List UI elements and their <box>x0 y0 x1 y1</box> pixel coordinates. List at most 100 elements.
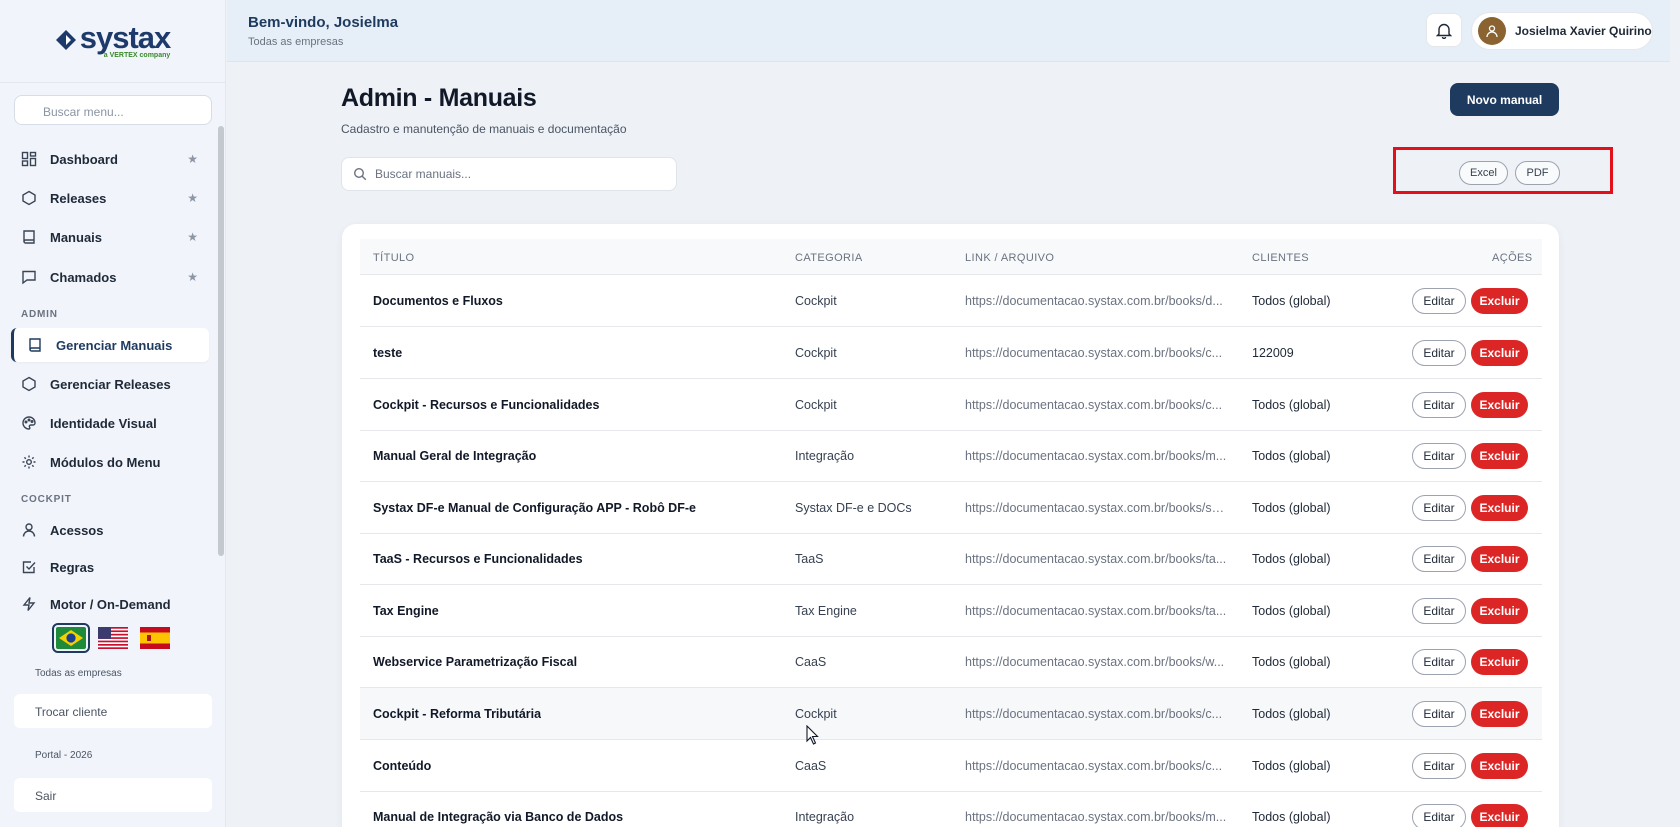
delete-button[interactable]: Excluir <box>1471 288 1528 314</box>
row-category: CaaS <box>795 655 827 669</box>
sidebar-item-chamados[interactable]: Chamados ★ <box>20 262 204 292</box>
table-row[interactable]: Cockpit - Reforma Tributária Cockpit htt… <box>360 688 1542 740</box>
page-scrollbar[interactable] <box>1670 0 1680 827</box>
row-link[interactable]: https://documentacao.systax.com.br/books… <box>965 398 1227 412</box>
row-title: Cockpit - Reforma Tributária <box>373 707 542 721</box>
spain-flag-icon[interactable] <box>140 627 170 649</box>
sidebar-item-dashboard[interactable]: Dashboard ★ <box>20 144 204 174</box>
column-header-category: CATEGORIA <box>795 252 863 264</box>
sidebar-item-label: Módulos do Menu <box>50 454 161 470</box>
row-link[interactable]: https://documentacao.systax.com.br/books… <box>965 449 1227 463</box>
logo-area: systax a VERTEX company <box>0 0 225 83</box>
star-icon[interactable]: ★ <box>187 230 198 244</box>
row-clients: Todos (global) <box>1252 501 1331 515</box>
table-header: TÍTULO CATEGORIA LINK / ARQUIVO CLIENTES… <box>360 239 1542 275</box>
sidebar-item-gerenciar-releases[interactable]: Gerenciar Releases <box>20 369 204 399</box>
edit-button[interactable]: Editar <box>1412 392 1466 418</box>
delete-button[interactable]: Excluir <box>1471 340 1528 366</box>
table-row[interactable]: Webservice Parametrização Fiscal CaaS ht… <box>360 636 1542 688</box>
row-clients: Todos (global) <box>1252 655 1331 669</box>
row-link[interactable]: https://documentacao.systax.com.br/books… <box>965 294 1227 308</box>
edit-button[interactable]: Editar <box>1412 288 1466 314</box>
row-title: Tax Engine <box>373 604 439 618</box>
delete-button[interactable]: Excluir <box>1471 649 1528 675</box>
edit-button[interactable]: Editar <box>1412 495 1466 521</box>
search-placeholder: Buscar manuais... <box>375 167 472 181</box>
table-row[interactable]: Conteúdo CaaS https://documentacao.systa… <box>360 740 1542 792</box>
avatar <box>1478 17 1506 45</box>
sidebar-item-identidade-visual[interactable]: Identidade Visual <box>20 408 204 438</box>
mouse-cursor-icon <box>806 725 819 745</box>
column-header-link: LINK / ARQUIVO <box>965 252 1055 264</box>
gear-icon <box>20 453 38 471</box>
systax-logo[interactable]: systax a VERTEX company <box>55 22 171 59</box>
sidebar-item-gerenciar-manuais[interactable]: Gerenciar Manuais <box>11 328 209 362</box>
sidebar-item-label: Manuais <box>50 229 103 245</box>
menu-search-input[interactable]: Buscar menu... <box>14 95 212 125</box>
new-manual-button[interactable]: Novo manual <box>1450 83 1559 116</box>
row-link[interactable]: https://documentacao.systax.com.br/books… <box>965 552 1227 566</box>
manual-search-input[interactable]: Buscar manuais... <box>341 157 677 191</box>
edit-button[interactable]: Editar <box>1412 598 1466 624</box>
table-row[interactable]: TaaS - Recursos e Funcionalidades TaaS h… <box>360 533 1542 585</box>
bell-icon <box>1436 23 1452 39</box>
delete-button[interactable]: Excluir <box>1471 443 1528 469</box>
sidebar-item-manuais[interactable]: Manuais ★ <box>20 222 204 252</box>
page-subtitle: Cadastro e manutenção de manuais e docum… <box>341 122 627 136</box>
table-row[interactable]: Manual Geral de Integração Integração ht… <box>360 430 1542 482</box>
column-header-title: TÍTULO <box>373 252 415 264</box>
switch-client-button[interactable]: Trocar cliente <box>14 694 212 728</box>
sidebar-item-regras[interactable]: Regras <box>20 552 204 582</box>
export-pdf-button[interactable]: PDF <box>1515 161 1560 185</box>
star-icon[interactable]: ★ <box>187 191 198 205</box>
star-icon[interactable]: ★ <box>187 152 198 166</box>
row-link[interactable]: https://documentacao.systax.com.br/books… <box>965 501 1227 515</box>
export-excel-button[interactable]: Excel <box>1459 161 1508 185</box>
sidebar-item-acessos[interactable]: Acessos <box>20 515 204 545</box>
delete-button[interactable]: Excluir <box>1471 598 1528 624</box>
brazil-flag-icon[interactable] <box>52 623 90 653</box>
logout-button[interactable]: Sair <box>14 778 212 812</box>
edit-button[interactable]: Editar <box>1412 649 1466 675</box>
usa-flag-icon[interactable] <box>98 627 128 649</box>
language-selector <box>52 623 170 653</box>
sidebar-item-modulos-menu[interactable]: Módulos do Menu <box>20 447 204 477</box>
sidebar-item-label: Gerenciar Manuais <box>56 337 173 353</box>
delete-button[interactable]: Excluir <box>1471 701 1528 727</box>
sidebar-item-releases[interactable]: Releases ★ <box>20 183 204 213</box>
section-label-admin: ADMIN <box>21 309 58 320</box>
delete-button[interactable]: Excluir <box>1471 495 1528 521</box>
row-link[interactable]: https://documentacao.systax.com.br/books… <box>965 707 1227 721</box>
row-link[interactable]: https://documentacao.systax.com.br/books… <box>965 346 1227 360</box>
dashboard-icon <box>20 150 38 168</box>
edit-button[interactable]: Editar <box>1412 340 1466 366</box>
user-menu[interactable]: Josielma Xavier Quirino <box>1471 12 1653 50</box>
delete-button[interactable]: Excluir <box>1471 392 1528 418</box>
delete-button[interactable]: Excluir <box>1471 753 1528 779</box>
edit-button[interactable]: Editar <box>1412 546 1466 572</box>
sidebar-item-motor-on-demand[interactable]: Motor / On-Demand <box>20 589 204 619</box>
row-link[interactable]: https://documentacao.systax.com.br/books… <box>965 759 1227 773</box>
table-row[interactable]: Cockpit - Recursos e Funcionalidades Coc… <box>360 379 1542 431</box>
sidebar-scrollbar[interactable] <box>218 126 224 556</box>
edit-button[interactable]: Editar <box>1412 753 1466 779</box>
row-clients: Todos (global) <box>1252 294 1331 308</box>
row-clients: Todos (global) <box>1252 759 1331 773</box>
notifications-button[interactable] <box>1426 13 1462 47</box>
company-scope-label: Todas as empresas <box>35 668 122 679</box>
row-link[interactable]: https://documentacao.systax.com.br/books… <box>965 810 1227 824</box>
user-avatar-icon <box>1486 25 1498 38</box>
table-row[interactable]: Manual de Integração via Banco de Dados … <box>360 791 1542 827</box>
table-row[interactable]: Documentos e Fluxos Cockpit https://docu… <box>360 275 1542 327</box>
delete-button[interactable]: Excluir <box>1471 804 1528 827</box>
delete-button[interactable]: Excluir <box>1471 546 1528 572</box>
table-row[interactable]: Systax DF-e Manual de Configuração APP -… <box>360 482 1542 534</box>
table-row[interactable]: teste Cockpit https://documentacao.systa… <box>360 327 1542 379</box>
table-row[interactable]: Tax Engine Tax Engine https://documentac… <box>360 585 1542 637</box>
row-link[interactable]: https://documentacao.systax.com.br/books… <box>965 604 1227 618</box>
edit-button[interactable]: Editar <box>1412 443 1466 469</box>
edit-button[interactable]: Editar <box>1412 701 1466 727</box>
star-icon[interactable]: ★ <box>187 270 198 284</box>
edit-button[interactable]: Editar <box>1412 804 1466 827</box>
row-link[interactable]: https://documentacao.systax.com.br/books… <box>965 655 1227 669</box>
